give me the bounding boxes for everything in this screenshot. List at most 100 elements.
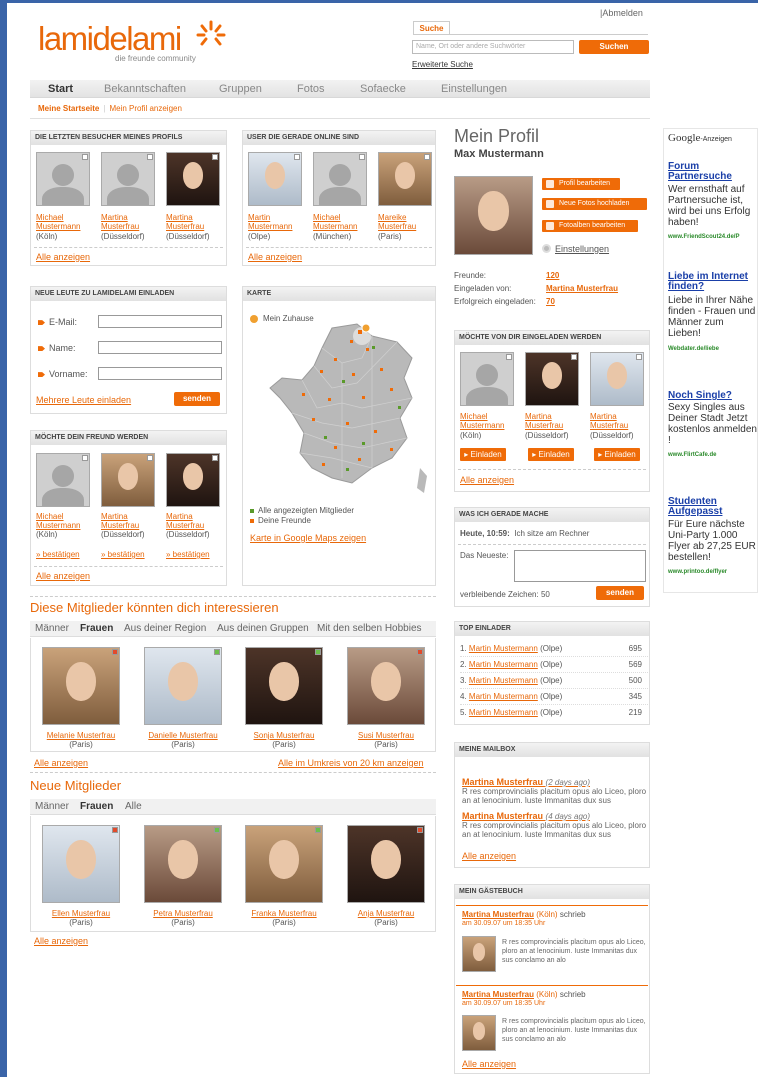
visitor-photo-2[interactable] <box>101 152 155 206</box>
invite-send-button[interactable]: senden <box>174 392 220 406</box>
profile-photo[interactable] <box>454 176 533 255</box>
subnav-startseite[interactable]: Meine Startseite <box>38 104 99 113</box>
wants-photo-1[interactable] <box>460 352 514 406</box>
visitor-name-3[interactable]: Martina Musterfrau <box>166 213 204 231</box>
online-name-1[interactable]: Martin Mustermann <box>248 213 292 231</box>
friend-req-all-link[interactable]: Alle anzeigen <box>36 572 90 581</box>
online-all-link[interactable]: Alle anzeigen <box>248 253 302 262</box>
search-input[interactable]: Name, Ort oder andere Suchwörter <box>412 40 574 54</box>
online-name-2[interactable]: Michael Mustermann <box>313 213 357 231</box>
online-photo-1[interactable] <box>248 152 302 206</box>
name-field[interactable] <box>98 341 222 354</box>
confirm-link-1[interactable]: » bestätigen <box>36 550 80 559</box>
tab-hobbies[interactable]: Mit den selben Hobbies <box>317 623 422 634</box>
friend-req-name-3[interactable]: Martina Musterfrau <box>166 512 204 530</box>
invite-button-1[interactable]: Einladen <box>460 448 506 461</box>
visitor-photo-3[interactable] <box>166 152 220 206</box>
google-maps-link[interactable]: Karte in Google Maps zeigen <box>250 534 366 543</box>
new-photo-2[interactable] <box>144 825 222 903</box>
top-name-4[interactable]: Martin Mustermann <box>469 692 538 701</box>
settings-link[interactable]: Einstellungen <box>555 244 609 254</box>
visitor-photo-1[interactable] <box>36 152 90 206</box>
visitors-all-link[interactable]: Alle anzeigen <box>36 253 90 262</box>
tab-frauen[interactable]: Frauen <box>80 623 113 634</box>
nav-fotos[interactable]: Fotos <box>297 83 325 95</box>
invite-button-2[interactable]: Einladen <box>528 448 574 461</box>
logout-link[interactable]: |Abmelden <box>600 8 643 18</box>
interest-name-1[interactable]: Melanie Musterfrau <box>42 731 120 740</box>
mail-from-1[interactable]: Martina Musterfrau (2 days ago) <box>462 777 590 787</box>
online-photo-2[interactable] <box>313 152 367 206</box>
wants-all-link[interactable]: Alle anzeigen <box>460 476 514 485</box>
interest-photo-2[interactable] <box>144 647 222 725</box>
guestbook-all-link[interactable]: Alle anzeigen <box>462 1060 516 1069</box>
firstname-field[interactable] <box>98 367 222 380</box>
ad-url-2[interactable]: Webdater.de/liebe <box>668 346 719 352</box>
visitor-name-2[interactable]: Martina Musterfrau <box>101 213 139 231</box>
interest-photo-3[interactable] <box>245 647 323 725</box>
interest-photo-4[interactable] <box>347 647 425 725</box>
tab-maenner[interactable]: Männer <box>35 623 69 634</box>
new-name-1[interactable]: Ellen Musterfrau <box>42 909 120 918</box>
search-tab[interactable]: Suche <box>413 21 450 35</box>
edit-profile-button[interactable]: Profil bearbeiten <box>542 178 620 190</box>
friend-req-photo-3[interactable] <box>166 453 220 507</box>
new-tab-frauen[interactable]: Frauen <box>80 801 113 812</box>
ad-url-1[interactable]: www.FriendScout24.de/P <box>668 234 739 240</box>
ad-url-3[interactable]: www.FlirtCafe.de <box>668 452 716 458</box>
gb-from-2[interactable]: Martina Musterfrau (Köln) schrieb <box>462 990 586 999</box>
subnav-profile[interactable]: Mein Profil anzeigen <box>109 104 181 113</box>
new-photo-4[interactable] <box>347 825 425 903</box>
nav-bekanntschaften[interactable]: Bekanntschaften <box>104 83 186 95</box>
upload-photos-button[interactable]: Neue Fotos hochladen <box>542 198 647 210</box>
friends-count[interactable]: 120 <box>546 271 559 280</box>
friend-req-name-1[interactable]: Michael Mustermann <box>36 512 80 530</box>
interest-name-3[interactable]: Sonja Musterfrau <box>245 731 323 740</box>
nav-sofaecke[interactable]: Sofaecke <box>360 83 406 95</box>
wants-name-3[interactable]: Martina Musterfrau <box>590 412 628 430</box>
email-field[interactable] <box>98 315 222 328</box>
mailbox-all-link[interactable]: Alle anzeigen <box>462 852 516 861</box>
new-name-2[interactable]: Petra Musterfrau <box>144 909 222 918</box>
tab-region[interactable]: Aus deiner Region <box>124 623 206 634</box>
interest-name-2[interactable]: Danielle Musterfrau <box>144 731 222 740</box>
wants-photo-2[interactable] <box>525 352 579 406</box>
friend-req-name-2[interactable]: Martina Musterfrau <box>101 512 139 530</box>
top-name-3[interactable]: Martin Mustermann <box>469 676 538 685</box>
invited-by-link[interactable]: Martina Musterfrau <box>546 284 618 293</box>
friend-req-photo-1[interactable] <box>36 453 90 507</box>
advanced-search-link[interactable]: Erweiterte Suche <box>412 60 473 69</box>
gb-from-1[interactable]: Martina Musterfrau (Köln) schrieb <box>462 910 586 919</box>
online-photo-3[interactable] <box>378 152 432 206</box>
gb-photo-1[interactable] <box>462 936 496 972</box>
friend-req-photo-2[interactable] <box>101 453 155 507</box>
wants-photo-3[interactable] <box>590 352 644 406</box>
new-tab-maenner[interactable]: Männer <box>35 801 69 812</box>
online-name-3[interactable]: Mareike Musterfrau <box>378 213 416 231</box>
nav-einstellungen[interactable]: Einstellungen <box>441 83 507 95</box>
ad-title-1[interactable]: Forum Partnersuche <box>668 162 756 182</box>
interest-all-link[interactable]: Alle anzeigen <box>34 759 88 768</box>
wants-name-1[interactable]: Michael Mustermann <box>460 412 504 430</box>
top-name-1[interactable]: Martin Mustermann <box>469 644 538 653</box>
top-name-2[interactable]: Martin Mustermann <box>469 660 538 669</box>
status-textarea[interactable] <box>514 550 646 582</box>
new-tab-alle[interactable]: Alle <box>125 801 142 812</box>
visitor-name-1[interactable]: Michael Mustermann <box>36 213 80 231</box>
logo[interactable]: lamidelami <box>38 20 182 58</box>
invited-count[interactable]: 70 <box>546 297 555 306</box>
invite-multi-link[interactable]: Mehrere Leute einladen <box>36 396 131 405</box>
gb-photo-2[interactable] <box>462 1015 496 1051</box>
nav-gruppen[interactable]: Gruppen <box>219 83 262 95</box>
mail-from-2[interactable]: Martina Musterfrau (4 days ago) <box>462 811 590 821</box>
new-all-link[interactable]: Alle anzeigen <box>34 937 88 946</box>
status-send-button[interactable]: senden <box>596 586 644 600</box>
new-name-3[interactable]: Franka Musterfrau <box>245 909 323 918</box>
interest-name-4[interactable]: Susi Musterfrau <box>347 731 425 740</box>
new-photo-1[interactable] <box>42 825 120 903</box>
ad-title-3[interactable]: Noch Single? <box>668 391 756 401</box>
tab-gruppen[interactable]: Aus deinen Gruppen <box>217 623 309 634</box>
ad-title-4[interactable]: Studenten Aufgepasst <box>668 497 756 517</box>
search-button[interactable]: Suchen <box>579 40 649 54</box>
confirm-link-2[interactable]: » bestätigen <box>101 550 145 559</box>
